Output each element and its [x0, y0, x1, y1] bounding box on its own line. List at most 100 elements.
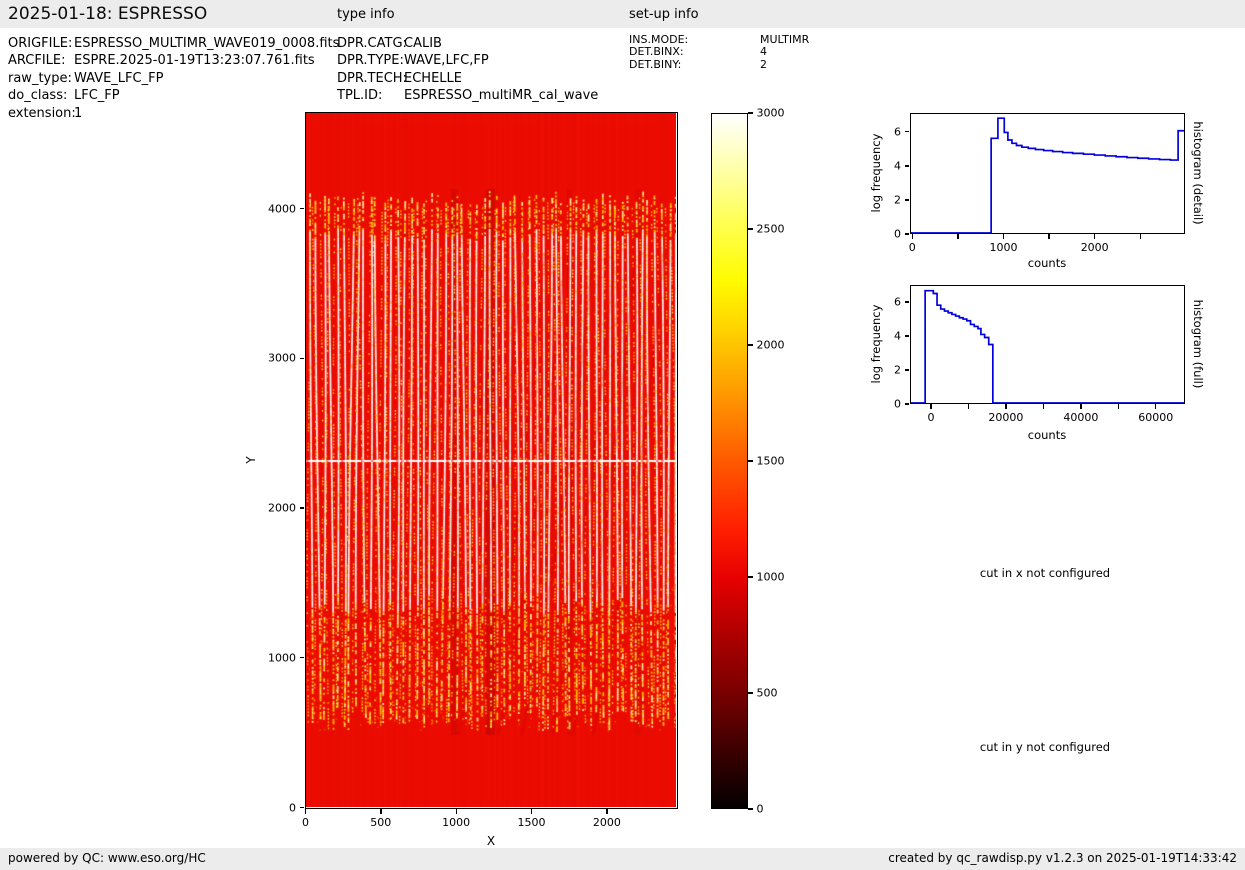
- footer-credit-right: created by qc_rawdisp.py v1.2.3 on 2025-…: [888, 851, 1237, 865]
- x-tick-mark: [456, 809, 457, 814]
- meta-label: DPR.TYPE:: [337, 52, 404, 69]
- y-tick-label: 4: [894, 159, 901, 172]
- hist-full-y-axis-label: log frequency: [869, 305, 883, 384]
- hist-full-x-axis-label: counts: [1028, 428, 1066, 442]
- y-tick-label: 6: [894, 125, 901, 138]
- x-tick-label: 1000: [989, 241, 1017, 254]
- x-tick-label: 20000: [988, 411, 1023, 424]
- x-tick-mark: [930, 404, 931, 409]
- hist-full-right-label: histogram (full): [1191, 300, 1205, 389]
- y-tick-mark: [300, 507, 305, 508]
- x-tick-label: 2000: [593, 816, 621, 829]
- x-tick-mark: [1155, 404, 1156, 409]
- meta-row: DPR.TYPE:WAVE,LFC,FP: [337, 52, 598, 69]
- x-tick-label: 0: [909, 241, 916, 254]
- x-tick-mark: [305, 809, 306, 814]
- y-tick-mark: [905, 165, 910, 166]
- meta-label: do_class:: [8, 87, 74, 104]
- histogram-step-curve: [911, 118, 1184, 233]
- y-tick-mark: [300, 358, 305, 359]
- y-tick-mark: [300, 657, 305, 658]
- meta-row: TPL.ID:ESPRESSO_multiMR_cal_wave: [337, 87, 598, 104]
- y-tick-label: 2: [894, 193, 901, 206]
- x-tick-label: 1500: [518, 816, 546, 829]
- meta-label: ARCFILE:: [8, 52, 74, 69]
- main-y-axis-label: Y: [244, 456, 258, 463]
- y-tick-label: 1000: [268, 651, 296, 664]
- meta-value: ESPRESSO_multiMR_cal_wave: [404, 87, 598, 104]
- x-tick-label: 2000: [1081, 241, 1109, 254]
- y-tick-mark: [905, 335, 910, 336]
- x-tick-label: 60000: [1138, 411, 1173, 424]
- histogram-step-curve: [911, 291, 1184, 403]
- y-tick-label: 4: [894, 330, 901, 343]
- colorbar-tick-label: 2000: [757, 339, 785, 352]
- x-tick-mark: [1048, 234, 1049, 239]
- meta-value: ESPRESSO_MULTIMR_WAVE019_0008.fits: [74, 35, 339, 52]
- y-tick-label: 6: [894, 296, 901, 309]
- meta-value: MULTIMR: [760, 34, 809, 46]
- x-tick-label: 1000: [442, 816, 470, 829]
- x-tick-mark: [1003, 234, 1004, 239]
- x-tick-mark: [1043, 404, 1044, 409]
- meta-value: LFC_FP: [74, 87, 120, 104]
- meta-value: 2: [760, 59, 767, 71]
- colorbar-tick-label: 1500: [757, 455, 785, 468]
- meta-value: 4: [760, 46, 767, 58]
- meta-label: ORIGFILE:: [8, 35, 74, 52]
- footer-credit-left: powered by QC: www.eso.org/HC: [8, 851, 206, 865]
- file-info-block: ORIGFILE:ESPRESSO_MULTIMR_WAVE019_0008.f…: [8, 35, 339, 122]
- x-tick-mark: [1005, 404, 1006, 409]
- meta-label: DPR.CATG:: [337, 35, 404, 52]
- meta-value: WAVE_LFC_FP: [74, 70, 163, 87]
- meta-row: do_class:LFC_FP: [8, 87, 339, 104]
- colorbar-tick-mark: [748, 576, 753, 577]
- x-tick-mark: [968, 404, 969, 409]
- meta-label: raw_type:: [8, 70, 74, 87]
- x-tick-mark: [912, 234, 913, 239]
- y-tick-label: 4000: [268, 202, 296, 215]
- y-tick-mark: [905, 301, 910, 302]
- y-tick-label: 2: [894, 364, 901, 377]
- x-tick-mark: [531, 809, 532, 814]
- y-tick-mark: [300, 807, 305, 808]
- colorbar-tick-mark: [748, 344, 753, 345]
- x-tick-mark: [1080, 404, 1081, 409]
- x-tick-mark: [606, 809, 607, 814]
- cut-x-note: cut in x not configured: [980, 566, 1110, 580]
- colorbar-tick-mark: [748, 112, 753, 113]
- y-tick-mark: [905, 131, 910, 132]
- raw-image-canvas: [306, 113, 676, 807]
- y-tick-mark: [905, 199, 910, 200]
- meta-row: DPR.TECH:ECHELLE: [337, 70, 598, 87]
- meta-row: raw_type:WAVE_LFC_FP: [8, 70, 339, 87]
- y-tick-label: 0: [894, 398, 901, 411]
- meta-label: DET.BINY:: [629, 59, 760, 71]
- y-tick-mark: [905, 233, 910, 234]
- meta-label: DET.BINX:: [629, 46, 760, 58]
- histogram-detail-line: [911, 114, 1184, 233]
- meta-row: DET.BINY:2: [629, 59, 809, 71]
- colorbar-tick-label: 2500: [757, 223, 785, 236]
- y-tick-label: 2000: [268, 502, 296, 515]
- x-tick-mark: [1140, 234, 1141, 239]
- meta-label: extension:: [8, 105, 74, 122]
- colorbar-tick-mark: [748, 228, 753, 229]
- meta-row: DET.BINX:4: [629, 46, 809, 58]
- x-tick-label: 500: [370, 816, 391, 829]
- meta-row: DPR.CATG:CALIB: [337, 35, 598, 52]
- setup-info-block: INS.MODE:MULTIMRDET.BINX:4DET.BINY:2: [629, 34, 809, 71]
- x-tick-label: 0: [302, 816, 309, 829]
- colorbar-tick-mark: [748, 692, 753, 693]
- histogram-full-plot: [910, 285, 1185, 404]
- y-tick-mark: [905, 403, 910, 404]
- x-tick-mark: [1118, 404, 1119, 409]
- hist-detail-y-axis-label: log frequency: [869, 134, 883, 213]
- hist-detail-x-axis-label: counts: [1028, 256, 1066, 270]
- y-tick-mark: [300, 208, 305, 209]
- x-tick-mark: [1094, 234, 1095, 239]
- meta-value: ESPRE.2025-01-19T13:23:07.761.fits: [74, 52, 315, 69]
- meta-row: extension:1: [8, 105, 339, 122]
- x-tick-mark: [380, 809, 381, 814]
- meta-value: WAVE,LFC,FP: [404, 52, 489, 69]
